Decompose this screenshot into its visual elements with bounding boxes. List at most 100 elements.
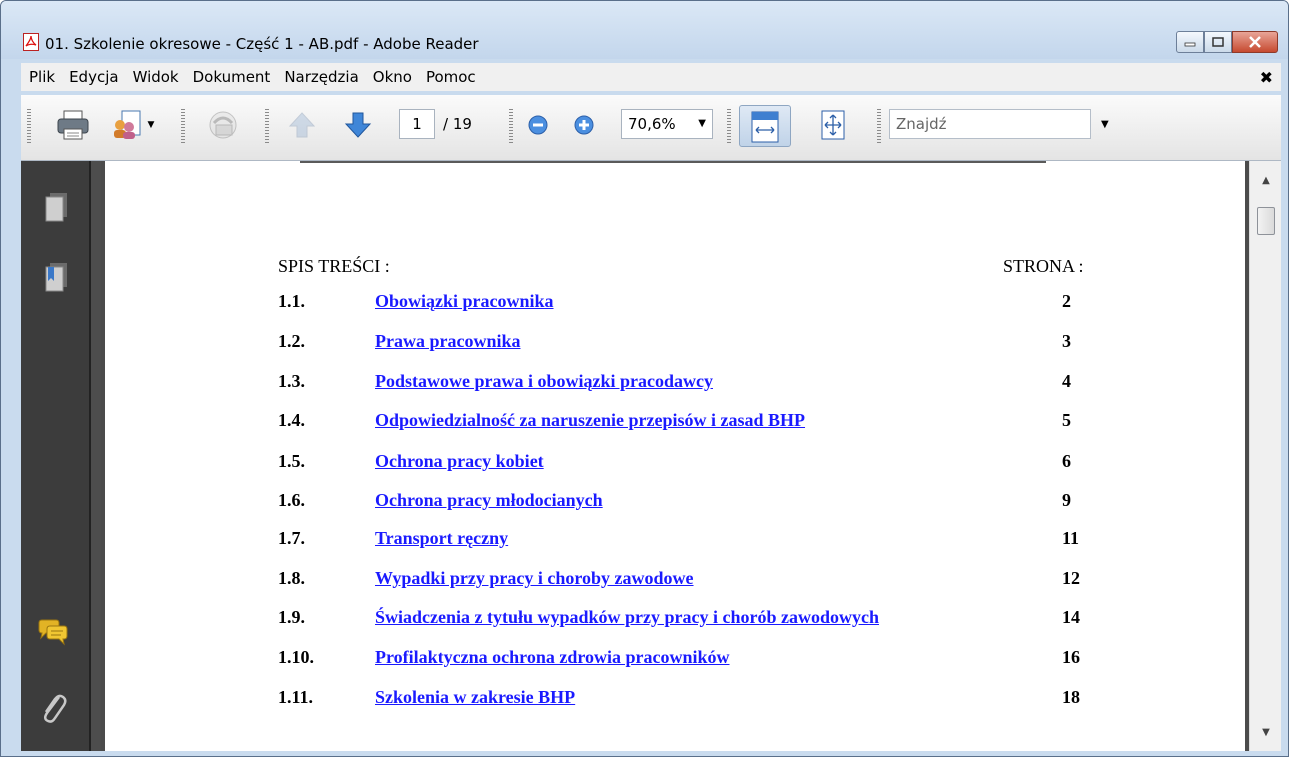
find-dropdown-icon[interactable]: ▼ [1101,119,1109,130]
page-number-input[interactable]: 1 [399,109,435,139]
toc-number: 1.8. [278,568,305,588]
toolbar-grip[interactable] [877,109,881,143]
toc-number: 1.1. [278,291,305,311]
toc-page: 12 [1062,568,1080,588]
pdf-page: SPIS TREŚCI : STRONA : 1.1. Obowiązki pr… [105,161,1245,751]
toc-link[interactable]: Świadczenia z tytułu wypadków przy pracy… [375,607,879,628]
toc-entry: 1.8. Wypadki przy pracy i choroby zawodo… [105,568,1245,592]
page-divider [300,161,1046,163]
page-total-label: / 19 [443,115,472,133]
collaborate-button[interactable] [201,109,245,141]
zoom-value: 70,6% [628,115,676,133]
toolbar: ▼ 1 / 19 70,6% ▼ Znajdź ▼ [21,95,1281,161]
toc-page-heading: STRONA : [1003,256,1084,276]
maximize-button[interactable] [1204,31,1232,53]
toc-link[interactable]: Ochrona pracy młodocianych [375,490,603,511]
toc-entry: 1.10. Profilaktyczna ochrona zdrowia pra… [105,647,1245,671]
zoom-out-button[interactable] [523,109,553,141]
menu-okno[interactable]: Okno [366,68,419,86]
scroll-up-icon[interactable]: ▲ [1250,165,1282,195]
toc-entry: 1.2. Prawa pracownika 3 [105,331,1245,355]
comments-icon[interactable] [37,617,69,649]
menu-pomoc[interactable]: Pomoc [419,68,483,86]
pages-icon[interactable] [43,191,69,225]
toc-page: 5 [1062,410,1071,430]
menu-bar: Plik Edycja Widok Dokument Narzędzia Okn… [21,63,1281,91]
fit-width-icon [751,111,779,143]
navigation-panel [21,161,91,751]
fit-page-button[interactable] [813,109,853,141]
toc-link[interactable]: Profilaktyczna ochrona zdrowia pracownik… [375,647,730,668]
toc-link[interactable]: Prawa pracownika [375,331,521,352]
toc-page: 11 [1062,528,1080,548]
toc-page: 4 [1062,371,1071,391]
zoom-out-icon [528,115,548,135]
maximize-icon [1212,37,1224,47]
toc-entry: 1.9. Świadczenia z tytułu wypadków przy … [105,607,1245,631]
toolbar-grip[interactable] [265,109,269,143]
menu-narzedzia[interactable]: Narzędzia [277,68,365,86]
toc-page: 6 [1062,451,1071,471]
fit-width-button[interactable] [739,105,791,147]
toc-page: 9 [1062,490,1071,510]
page-viewport: SPIS TREŚCI : STRONA : 1.1. Obowiązki pr… [101,161,1249,751]
menu-edycja[interactable]: Edycja [62,68,125,86]
fit-page-icon [821,110,845,140]
document-area: SPIS TREŚCI : STRONA : 1.1. Obowiązki pr… [21,161,1281,751]
vertical-scrollbar[interactable]: ▲ ▼ [1249,161,1281,751]
toc-entry: 1.4. Odpowiedzialność za naruszenie prze… [105,410,1245,434]
close-button[interactable] [1232,31,1278,53]
toc-entry: 1.5. Ochrona pracy kobiet 6 [105,451,1245,475]
scroll-thumb[interactable] [1257,207,1275,235]
zoom-select[interactable]: 70,6% ▼ [621,109,713,139]
toc-number: 1.3. [278,371,305,391]
attachments-icon[interactable] [39,689,67,725]
toc-link[interactable]: Obowiązki pracownika [375,291,554,312]
toolbar-grip[interactable] [181,109,185,143]
print-button[interactable] [53,109,93,141]
share-dropdown-icon[interactable]: ▼ [148,120,155,130]
toc-link[interactable]: Szkolenia w zakresie BHP [375,687,575,708]
toc-link[interactable]: Wypadki przy pracy i choroby zawodowe [375,568,694,589]
share-button[interactable]: ▼ [107,109,157,141]
app-window: 01. Szkolenie okresowe - Część 1 - AB.pd… [0,0,1289,757]
toolbar-grip[interactable] [727,109,731,143]
zoom-dropdown-icon[interactable]: ▼ [698,110,706,138]
toc-link[interactable]: Transport ręczny [375,528,508,549]
toc-entry: 1.11. Szkolenia w zakresie BHP 18 [105,687,1245,711]
minimize-icon [1184,42,1196,47]
next-page-icon [344,112,372,138]
toc-link[interactable]: Podstawowe prawa i obowiązki pracodawcy [375,371,713,392]
toc-link[interactable]: Ochrona pracy kobiet [375,451,544,472]
zoom-in-icon [574,115,594,135]
next-page-button[interactable] [339,109,377,141]
window-controls [1176,31,1278,53]
toc-entry: 1.1. Obowiązki pracownika 2 [105,291,1245,315]
scroll-down-icon[interactable]: ▼ [1250,717,1282,747]
toc-number: 1.9. [278,607,305,627]
menu-dokument[interactable]: Dokument [186,68,278,86]
bookmarks-icon[interactable] [43,261,69,295]
toc-page: 18 [1062,687,1080,707]
zoom-in-button[interactable] [569,109,599,141]
toc-link[interactable]: Odpowiedzialność za naruszenie przepisów… [375,410,805,431]
toc-number: 1.10. [278,647,314,667]
window-title: 01. Szkolenie okresowe - Część 1 - AB.pd… [45,35,479,53]
toc-number: 1.11. [278,687,314,707]
collaborate-icon [209,111,237,139]
toc-number: 1.7. [278,528,305,548]
close-document-icon[interactable]: ✖ [1260,68,1273,87]
toolbar-grip[interactable] [509,109,513,143]
menu-plik[interactable]: Plik [21,68,62,86]
toc-number: 1.6. [278,490,305,510]
toolbar-grip[interactable] [27,109,31,143]
previous-page-button[interactable] [283,109,321,141]
adobe-reader-icon [23,33,39,51]
toc-number: 1.4. [278,410,305,430]
toc-entry: 1.3. Podstawowe prawa i obowiązki pracod… [105,371,1245,395]
toc-page: 14 [1062,607,1080,627]
toc-page: 3 [1062,331,1071,351]
minimize-button[interactable] [1176,31,1204,53]
menu-widok[interactable]: Widok [126,68,186,86]
find-input[interactable]: Znajdź [889,109,1091,139]
